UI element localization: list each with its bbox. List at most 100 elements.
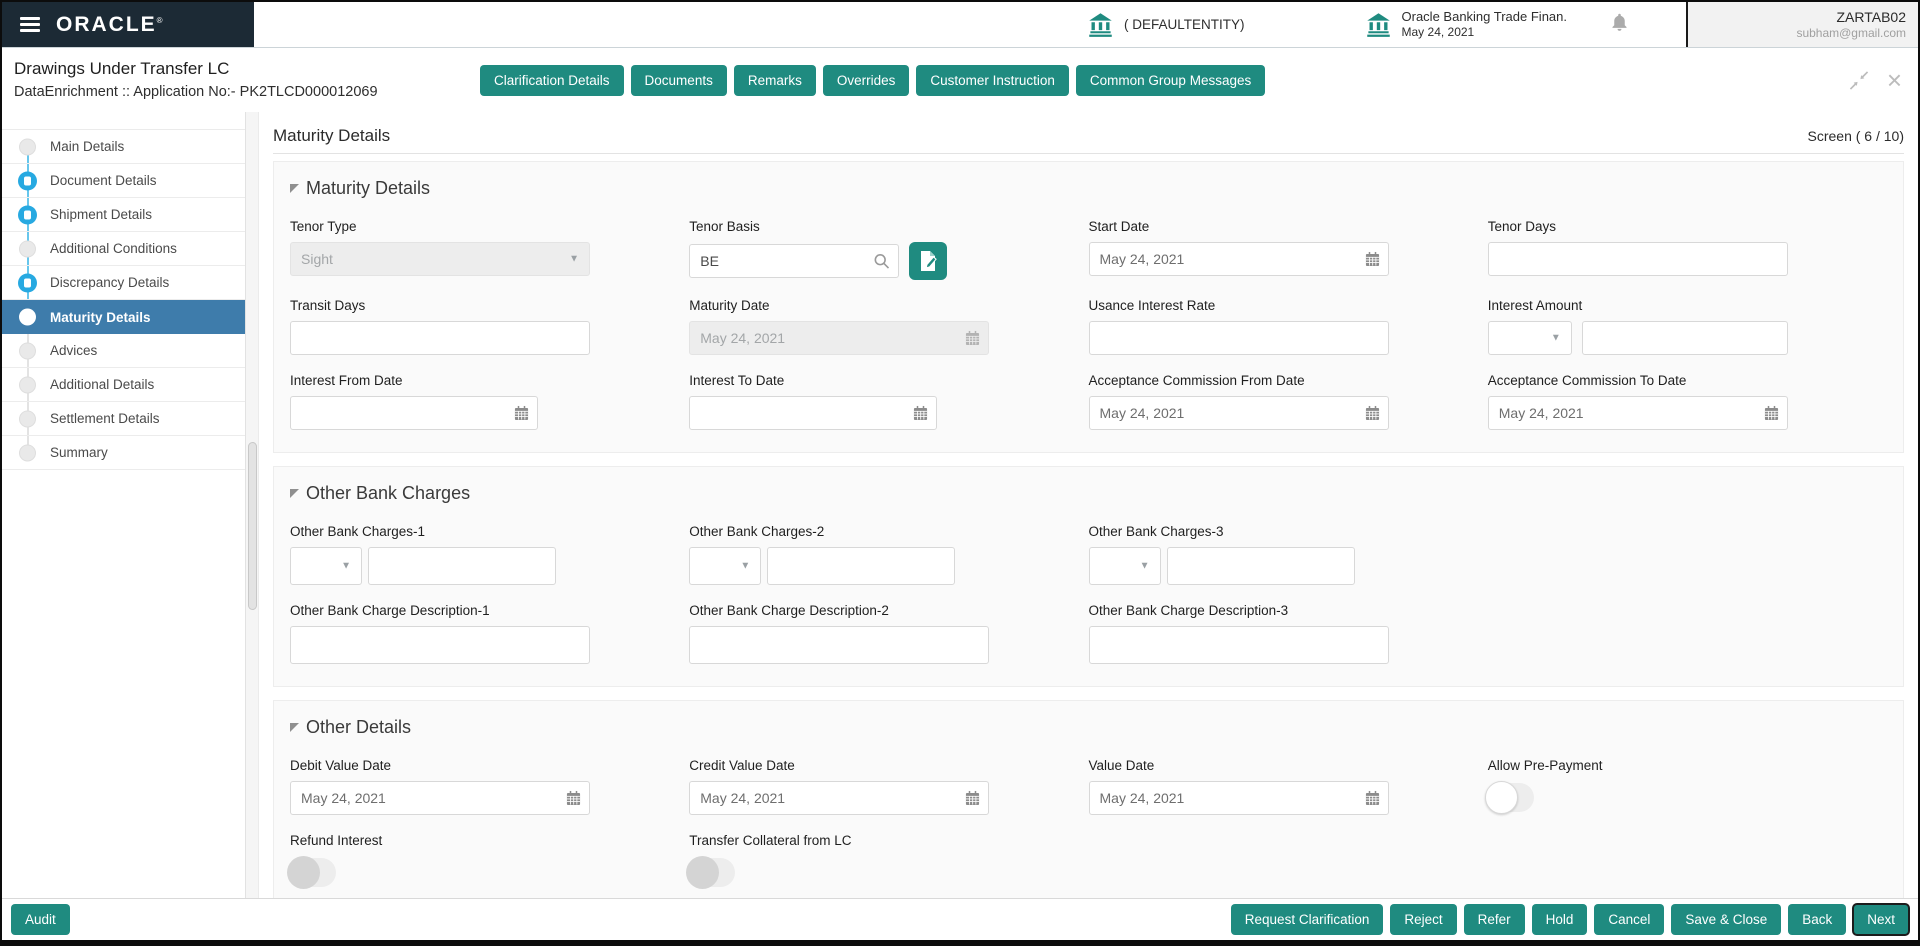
notifications-button[interactable] xyxy=(1609,11,1630,39)
section-header[interactable]: Other Details xyxy=(290,717,1887,738)
calendar-icon[interactable] xyxy=(566,790,581,806)
field-label: Allow Pre-Payment xyxy=(1487,758,1603,773)
field-label: Tenor Type xyxy=(290,219,357,234)
field-label: Other Bank Charge Description-2 xyxy=(689,603,889,618)
app-bank-icon xyxy=(1366,13,1390,37)
sidebar-item-shipment-details[interactable]: Shipment Details xyxy=(2,198,245,232)
sidebar-item-additional-details[interactable]: Additional Details xyxy=(2,368,245,402)
tenor-basis-input[interactable]: BE xyxy=(689,244,900,278)
other-bank-charge-description-3-input[interactable] xyxy=(1088,626,1389,664)
customer-instruction-button[interactable]: Customer Instruction xyxy=(916,64,1069,96)
other-bank-charge-description-2-input[interactable] xyxy=(689,626,990,664)
user-block[interactable]: ZARTAB02 subham@gmail.com xyxy=(1686,2,1918,47)
interest-amount-currency-select[interactable]: ▼ xyxy=(1487,321,1572,355)
cancel-button[interactable]: Cancel xyxy=(1594,904,1665,935)
audit-button[interactable]: Audit xyxy=(11,904,70,935)
other-bank-charges-1-currency-select[interactable]: ▼ xyxy=(290,547,362,585)
close-icon[interactable]: × xyxy=(1887,67,1902,93)
other-bank-charges-1-input[interactable] xyxy=(368,547,556,585)
transfer-collateral-from-lc-toggle[interactable] xyxy=(686,856,736,889)
start-date-input[interactable]: May 24, 2021 xyxy=(1088,242,1389,276)
footer-bar: Audit Request Clarification Reject Refer… xyxy=(2,898,1918,940)
tenor-days-input[interactable] xyxy=(1487,242,1788,276)
scrollbar-thumb[interactable] xyxy=(247,442,257,610)
body-row: Main Details Document Details Shipment D… xyxy=(2,112,1918,898)
sidebar-item-maturity-details[interactable]: Maturity Details xyxy=(2,300,245,334)
field-interest-amount: Interest Amount ▼ xyxy=(1487,298,1887,355)
value-date-input[interactable]: May 24, 2021 xyxy=(1088,781,1389,815)
collapse-icon[interactable] xyxy=(1849,70,1869,90)
clarification-details-button[interactable]: Clarification Details xyxy=(480,64,624,96)
acceptance-commission-from-date-input[interactable]: May 24, 2021 xyxy=(1088,396,1389,430)
credit-value-date-input[interactable]: May 24, 2021 xyxy=(689,781,990,815)
field-maturity-date: Maturity Date May 24, 2021 xyxy=(689,298,1088,355)
calendar-icon[interactable] xyxy=(1764,405,1779,421)
app-group[interactable]: Oracle Banking Trade Finan. May 24, 2021 xyxy=(1365,9,1567,40)
task-titles: Drawings Under Transfer LC DataEnrichmen… xyxy=(2,57,480,103)
calendar-icon[interactable] xyxy=(913,405,928,421)
other-bank-charges-3-input[interactable] xyxy=(1166,547,1355,585)
charges-grid-spacer xyxy=(1488,524,1887,603)
task-title: Drawings Under Transfer LC xyxy=(14,59,230,79)
request-clarification-button[interactable]: Request Clarification xyxy=(1230,904,1384,935)
documents-button[interactable]: Documents xyxy=(630,64,727,96)
field-other-bank-charge-description-3: Other Bank Charge Description-3 xyxy=(1088,603,1488,664)
remarks-button[interactable]: Remarks xyxy=(733,64,816,96)
next-button[interactable]: Next xyxy=(1852,903,1910,936)
field-usance-interest-rate: Usance Interest Rate xyxy=(1088,298,1488,355)
interest-to-date-input[interactable] xyxy=(689,396,938,430)
acceptance-commission-to-date-input[interactable]: May 24, 2021 xyxy=(1487,396,1788,430)
common-group-messages-button[interactable]: Common Group Messages xyxy=(1075,64,1266,96)
section-header[interactable]: Other Bank Charges xyxy=(290,483,1887,504)
hold-button[interactable]: Hold xyxy=(1531,904,1588,935)
allow-pre-payment-toggle[interactable] xyxy=(1484,781,1534,814)
section-title: Other Bank Charges xyxy=(306,483,471,503)
calendar-icon[interactable] xyxy=(965,790,980,806)
tenor-basis-edit-button[interactable] xyxy=(909,242,948,280)
sidebar-item-label: Shipment Details xyxy=(50,207,153,222)
sidebar-item-settlement-details[interactable]: Settlement Details xyxy=(2,402,245,436)
sidebar-item-label: Advices xyxy=(50,343,98,358)
step-indicator-icon xyxy=(19,138,36,155)
calendar-icon[interactable] xyxy=(1365,405,1380,421)
calendar-icon[interactable] xyxy=(1365,790,1380,806)
section-header[interactable]: Maturity Details xyxy=(290,178,1887,199)
field-interest-to-date: Interest To Date xyxy=(689,373,1088,430)
debit-value-date-input[interactable]: May 24, 2021 xyxy=(290,781,590,815)
interest-from-date-input[interactable] xyxy=(290,396,538,430)
calendar-icon[interactable] xyxy=(514,405,529,421)
usance-interest-rate-input[interactable] xyxy=(1088,321,1389,355)
input-value: May 24, 2021 xyxy=(1498,405,1584,421)
field-label: Other Bank Charge Description-1 xyxy=(290,603,490,618)
sidebar-item-main-details[interactable]: Main Details xyxy=(2,130,245,164)
sidebar-item-additional-conditions[interactable]: Additional Conditions xyxy=(2,232,245,266)
search-icon[interactable] xyxy=(873,253,890,270)
hamburger-menu-icon[interactable] xyxy=(20,17,40,32)
field-label: Refund Interest xyxy=(290,833,383,848)
sidebar-item-summary[interactable]: Summary xyxy=(2,436,245,470)
chevron-down-icon: ▼ xyxy=(1139,560,1150,572)
refund-interest-toggle[interactable] xyxy=(287,856,336,889)
entity-group[interactable]: ( DEFAULTENTITY) xyxy=(1087,11,1245,38)
refer-button[interactable]: Refer xyxy=(1463,904,1525,935)
other-bank-charge-description-1-input[interactable] xyxy=(290,626,590,664)
calendar-icon[interactable] xyxy=(1365,251,1380,267)
back-button[interactable]: Back xyxy=(1788,904,1847,935)
interest-amount-input[interactable] xyxy=(1581,321,1788,355)
transit-days-input[interactable] xyxy=(290,321,590,355)
save-close-button[interactable]: Save & Close xyxy=(1671,904,1782,935)
field-transit-days: Transit Days xyxy=(290,298,689,355)
other-bank-charges-3-currency-select[interactable]: ▼ xyxy=(1088,547,1161,585)
overrides-button[interactable]: Overrides xyxy=(822,64,910,96)
field-acceptance-commission-from-date: Acceptance Commission From Date May 24, … xyxy=(1088,373,1488,430)
content-scrollbar[interactable] xyxy=(246,112,259,898)
sidebar-item-advices[interactable]: Advices xyxy=(2,334,245,368)
other-bank-charges-2-currency-select[interactable]: ▼ xyxy=(689,547,762,585)
sidebar-item-discrepancy-details[interactable]: Discrepancy Details xyxy=(2,266,245,300)
reject-button[interactable]: Reject xyxy=(1390,904,1457,935)
entity-bank-icon xyxy=(1089,13,1112,37)
other-bank-charges-2-input[interactable] xyxy=(767,547,956,585)
sidebar-item-label: Settlement Details xyxy=(50,411,160,426)
task-actions: Clarification Details Documents Remarks … xyxy=(480,64,1266,96)
sidebar-item-document-details[interactable]: Document Details xyxy=(2,164,245,198)
